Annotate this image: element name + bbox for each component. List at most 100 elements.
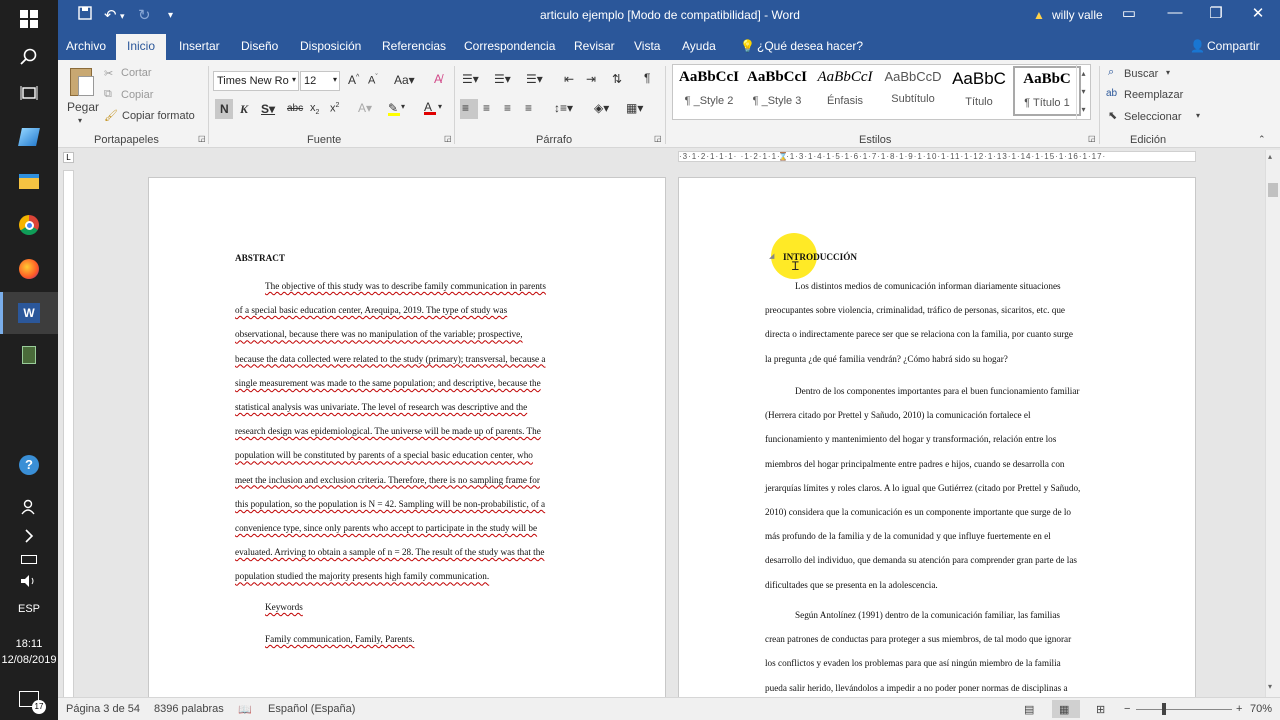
scroll-down-icon[interactable]: ▾ [1268, 682, 1272, 691]
tell-me-input[interactable]: ¿Qué desea hacer? [757, 39, 863, 53]
align-left-icon[interactable]: ≡ [462, 101, 469, 115]
bullets-icon[interactable]: ☰▾ [462, 72, 479, 86]
search-icon[interactable] [14, 44, 44, 70]
paste-dropdown-icon[interactable]: ▾ [78, 116, 82, 125]
taskbar-language[interactable]: ESP [0, 603, 58, 615]
tab-insertar[interactable]: Insertar [179, 39, 220, 53]
tab-correspondencia[interactable]: Correspondencia [464, 39, 555, 53]
style-item-subtitulo[interactable]: AaBbCcD Subtítulo [879, 69, 947, 105]
windows-start-icon[interactable] [14, 6, 44, 32]
decrease-indent-icon[interactable]: ⇤ [564, 72, 574, 86]
find-button[interactable]: Buscar [1124, 68, 1158, 80]
paragraph-launcher-icon[interactable]: ◲ [654, 134, 662, 143]
collapse-ribbon-icon[interactable]: ⌃ [1258, 134, 1266, 145]
tab-referencias[interactable]: Referencias [382, 39, 446, 53]
line-spacing-icon[interactable]: ↕≡▾ [554, 101, 573, 115]
help-icon[interactable]: ? [14, 452, 44, 478]
select-dropdown-icon[interactable]: ▾ [1196, 111, 1200, 120]
font-color-icon[interactable]: A [424, 100, 436, 115]
vertical-ruler[interactable] [63, 170, 74, 700]
web-layout-icon[interactable]: ⊞ [1096, 703, 1105, 716]
underline-button[interactable]: S▾ [261, 102, 275, 116]
increase-indent-icon[interactable]: ⇥ [586, 72, 596, 86]
page-left[interactable]: ABSTRACT The objective of this study was… [148, 177, 666, 702]
zoom-slider-thumb[interactable] [1162, 703, 1166, 715]
zoom-slider[interactable] [1136, 709, 1232, 710]
tab-inicio[interactable]: Inicio [116, 34, 167, 60]
superscript-button[interactable]: x2 [330, 102, 339, 115]
style-item-titulo[interactable]: AaBbC Título [945, 69, 1013, 108]
app-icon-blue[interactable] [14, 124, 44, 150]
horizontal-ruler[interactable]: ·3·1·2·1·1·1· ·1·2·1·1·2·1·3·1·4·1·5·1·6… [678, 151, 1196, 162]
close-button[interactable]: ✕ [1243, 4, 1273, 22]
tab-selector[interactable]: L [63, 152, 74, 163]
italic-button[interactable]: K [240, 102, 248, 117]
shrink-font-icon[interactable]: Aˇ [368, 74, 378, 87]
page-right[interactable]: Los distintos medios de comunicación inf… [678, 177, 1196, 702]
chrome-icon[interactable] [14, 212, 44, 238]
borders-icon[interactable]: ▦▾ [626, 101, 643, 115]
styles-scroll[interactable]: ▴ ▾ ▾ [1076, 65, 1090, 119]
indent-marker-icon[interactable]: ⌛ [778, 152, 788, 161]
show-formatting-icon[interactable]: ¶ [644, 71, 650, 85]
tab-revisar[interactable]: Revisar [574, 39, 615, 53]
format-painter-icon[interactable]: 🖌 [104, 109, 118, 122]
highlight-icon[interactable]: ✎ [388, 101, 400, 116]
grow-font-icon[interactable]: A^ [348, 73, 359, 87]
copy-button[interactable]: Copiar [121, 89, 153, 101]
style-item-titulo1[interactable]: AaBbC ¶ Título 1 [1013, 66, 1081, 116]
style-item-style3[interactable]: AaBbCcI ¶ _Style 3 [743, 69, 811, 107]
firefox-icon[interactable] [14, 256, 44, 282]
font-name-box[interactable]: Times New Ro ▾ [213, 71, 299, 91]
page-count[interactable]: Página 3 de 54 [66, 703, 140, 715]
find-icon[interactable]: ⌕ [1108, 66, 1114, 79]
vertical-scrollbar[interactable]: ▴ ▾ [1265, 150, 1280, 697]
redo-icon[interactable]: ↻ [138, 6, 151, 24]
style-item-style2[interactable]: AaBbCcI ¶ _Style 2 [675, 69, 743, 107]
volume-icon[interactable] [14, 568, 44, 594]
user-name[interactable]: willy valle [1052, 8, 1103, 22]
bold-button[interactable]: N [220, 102, 229, 116]
font-name-dropdown-icon[interactable]: ▾ [292, 75, 296, 84]
justify-icon[interactable]: ≡ [525, 101, 532, 115]
proofing-icon[interactable]: 📖 [238, 703, 252, 716]
undo-icon[interactable]: ↶ [104, 6, 117, 24]
minimize-button[interactable]: — [1160, 4, 1190, 21]
read-mode-icon[interactable]: ▤ [1024, 703, 1034, 716]
paste-icon[interactable] [68, 66, 96, 98]
zoom-level[interactable]: 70% [1250, 703, 1272, 715]
style-item-enfasis[interactable]: AaBbCcI Énfasis [811, 69, 879, 107]
language-status[interactable]: Español (España) [268, 703, 355, 715]
undo-dropdown-icon[interactable]: ▾ [120, 11, 125, 22]
tab-archivo[interactable]: Archivo [66, 39, 106, 53]
font-color-dropdown-icon[interactable]: ▾ [438, 102, 442, 111]
sort-icon[interactable]: ⇅ [612, 72, 622, 86]
multilevel-list-icon[interactable]: ☰▾ [526, 72, 543, 86]
align-right-icon[interactable]: ≡ [504, 101, 511, 115]
word-taskbar-active[interactable]: W [0, 292, 58, 334]
tab-vista[interactable]: Vista [634, 39, 660, 53]
cut-icon[interactable]: ✂ [104, 67, 113, 80]
word-count[interactable]: 8396 palabras [154, 703, 224, 715]
task-view-icon[interactable] [14, 80, 44, 106]
file-explorer-icon[interactable] [14, 168, 44, 194]
share-button[interactable]: Compartir [1207, 39, 1260, 53]
zoom-out-icon[interactable]: − [1124, 703, 1130, 715]
strikethrough-button[interactable]: abc [287, 103, 303, 114]
clipboard-launcher-icon[interactable]: ◲ [198, 134, 206, 143]
app-icon-green[interactable] [14, 342, 44, 368]
people-icon[interactable] [14, 494, 44, 520]
font-size-dropdown-icon[interactable]: ▾ [333, 75, 337, 84]
zoom-in-icon[interactable]: + [1236, 703, 1242, 715]
change-case-icon[interactable]: Aa▾ [394, 73, 415, 87]
font-size-box[interactable]: 12 ▾ [300, 71, 340, 91]
restore-button[interactable]: ❐ [1201, 4, 1231, 22]
paste-button[interactable]: Pegar [67, 100, 99, 114]
select-button[interactable]: Seleccionar [1124, 111, 1181, 123]
cut-button[interactable]: Cortar [121, 67, 152, 79]
format-painter-button[interactable]: Copiar formato [122, 110, 195, 122]
select-icon[interactable]: ⬉ [1108, 109, 1117, 122]
taskbar-time[interactable]: 18:11 [0, 638, 58, 650]
replace-button[interactable]: Reemplazar [1124, 89, 1183, 101]
replace-icon[interactable]: ab [1106, 88, 1117, 99]
